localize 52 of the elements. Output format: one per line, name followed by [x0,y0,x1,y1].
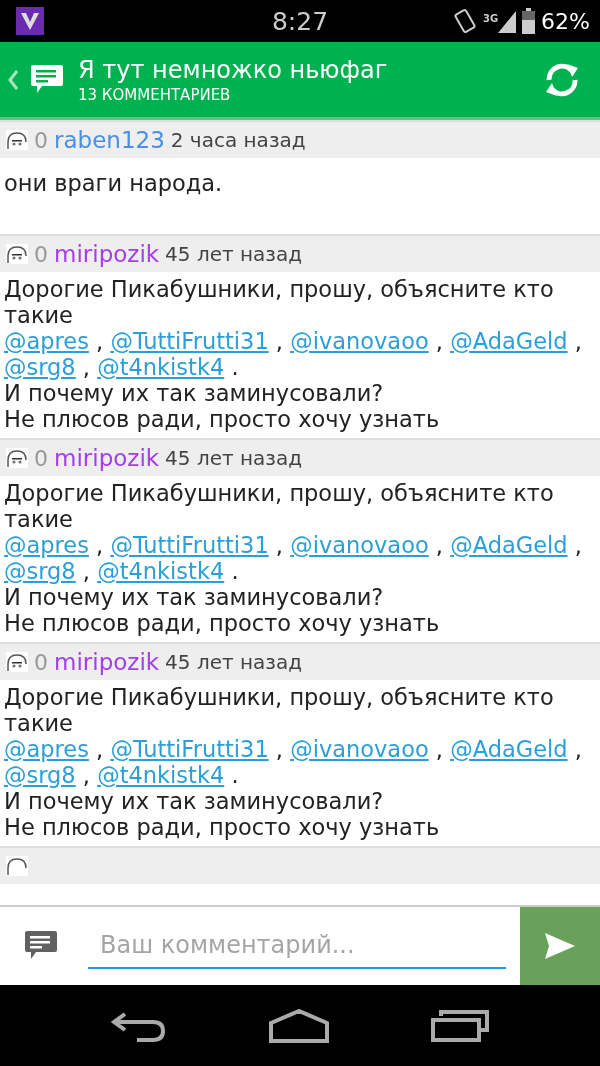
battery-icon [522,8,536,34]
clock: 8:27 [271,6,329,36]
app-logo-icon [16,7,44,35]
avatar-icon [6,244,28,264]
send-icon [545,933,575,959]
comment-text: Дорогие Пикабушники, прошу, объясните кто такие @apres , @TuttiFrutti31 , @ivanovaoo , @AdaGeld , @srg8 , @t4nkistk4 . И почему их так заминусовали? Не плюсов ради, просто хочу узнать [3,683,583,842]
avatar-icon [6,130,28,150]
mention-link[interactable]: @ivanovaoo [290,532,429,558]
mention-link[interactable]: @TuttiFrutti31 [110,736,269,762]
send-button[interactable] [520,907,600,985]
comment-rating: 0 [34,649,48,675]
comment-rating: 0 [34,241,48,267]
mention-link[interactable]: @srg8 [4,558,76,584]
mention-link[interactable]: @t4nkistk4 [97,354,225,380]
comment-time: 2 часа назад [170,128,306,152]
comment-text: Дорогие Пикабушники, прошу, объясните кто такие @apres , @TuttiFrutti31 , @ivanovaoo , @AdaGeld , @srg8 , @t4nkistk4 . И почему их так заминусовали? Не плюсов ради, просто хочу узнать [3,275,583,434]
avatar-icon [6,448,28,468]
home-icon[interactable] [269,1008,329,1043]
mention-link[interactable]: @AdaGeld [450,532,568,558]
mention-link[interactable]: @t4nkistk4 [97,558,225,584]
rotation-icon [452,7,477,35]
mention-link[interactable]: @srg8 [4,354,76,380]
mention-link[interactable]: @t4nkistk4 [97,762,225,788]
mention-link[interactable]: @TuttiFrutti31 [110,532,269,558]
mention-link[interactable]: @ivanovaoo [290,328,429,354]
avatar-icon [6,856,28,876]
mention-link[interactable]: @TuttiFrutti31 [110,328,269,354]
mention-link[interactable]: @AdaGeld [450,328,568,354]
author-name[interactable]: miripozik [54,649,160,675]
avatar-icon [6,652,28,672]
comment-time: 45 лет назад [165,650,303,674]
mention-link[interactable]: @ivanovaoo [290,736,429,762]
comment-text: они враги народа. [3,169,224,198]
mention-link[interactable]: @apres [4,736,89,762]
mention-link[interactable]: @AdaGeld [450,736,568,762]
battery-percent: 62% [541,8,590,34]
comment-time: 45 лет назад [165,446,303,470]
network-type: 3G [482,13,499,24]
comment-rating: 0 [34,127,48,153]
mention-link[interactable]: @apres [4,532,89,558]
author-name[interactable]: miripozik [54,445,160,471]
recent-apps-icon[interactable] [431,1009,489,1042]
comment-time: 45 лет назад [165,242,303,266]
comment-text: Дорогие Пикабушники, прошу, объясните кто такие @apres , @TuttiFrutti31 , @ivanovaoo , @AdaGeld , @srg8 , @t4nkistk4 . И почему их так заминусовали? Не плюсов ради, просто хочу узнать [3,479,583,638]
mention-link[interactable]: @apres [4,328,89,354]
mention-link[interactable]: @srg8 [4,762,76,788]
author-name[interactable]: raben123 [54,127,165,153]
comment-rating: 0 [34,445,48,471]
comment-count: 13 КОММЕНТАРИЕВ [78,84,232,105]
signal-icon [498,9,517,33]
post-title: Я тут немножко ньюфаг [78,54,389,85]
author-name[interactable]: miripozik [54,241,160,267]
